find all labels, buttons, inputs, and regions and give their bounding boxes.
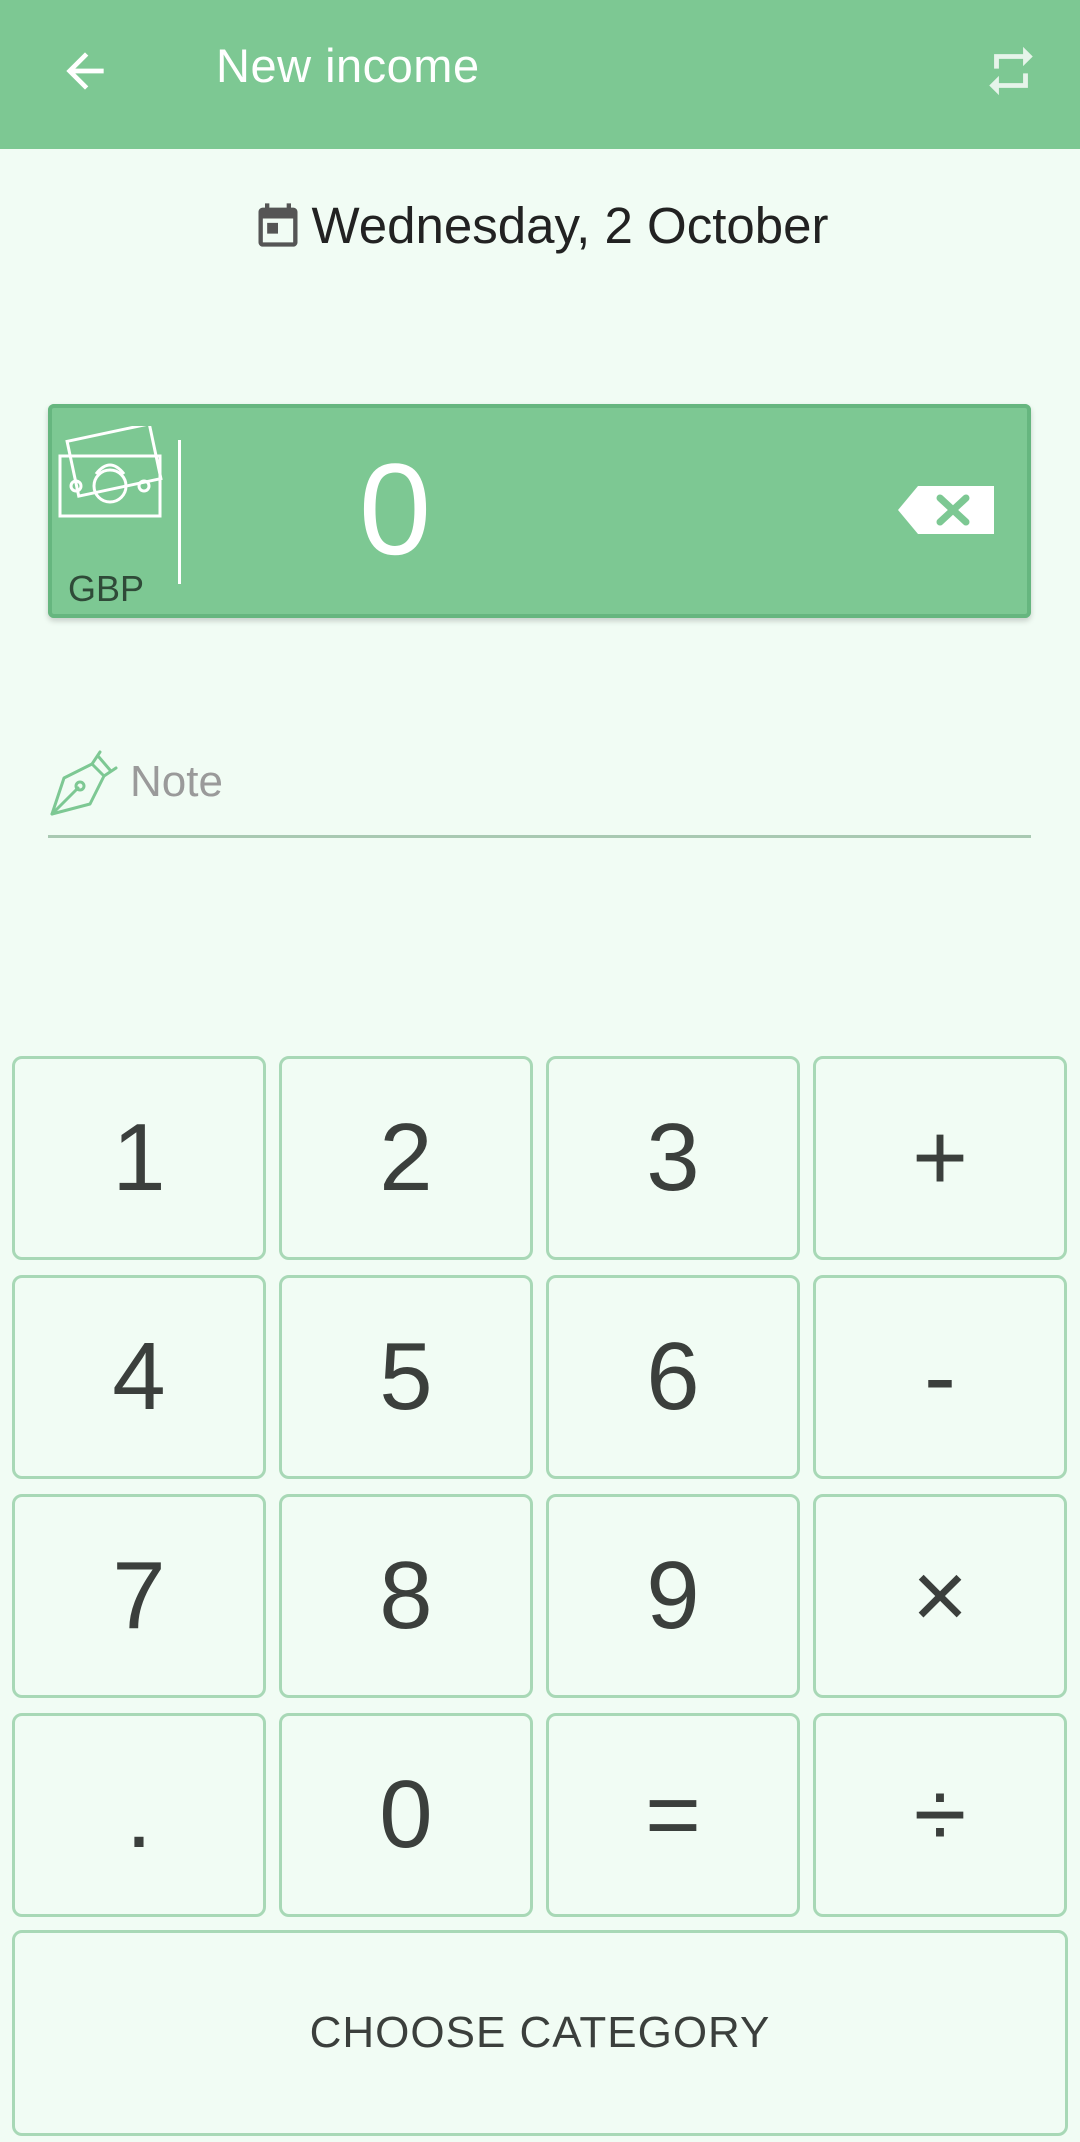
key-plus[interactable]: + <box>813 1056 1067 1260</box>
date-selector[interactable]: Wednesday, 2 October <box>0 190 1080 260</box>
date-label: Wednesday, 2 October <box>311 196 829 254</box>
key-equals[interactable]: = <box>546 1713 800 1917</box>
back-button[interactable] <box>42 28 128 114</box>
page-title: New income <box>216 39 480 92</box>
app-bar: New income <box>0 0 1080 149</box>
key-2[interactable]: 2 <box>279 1056 533 1260</box>
currency-selector[interactable] <box>52 422 172 526</box>
key-decimal[interactable]: . <box>12 1713 266 1917</box>
amount-display: GBP 0 <box>48 404 1031 618</box>
key-5[interactable]: 5 <box>279 1275 533 1479</box>
pen-nib-icon <box>50 750 118 816</box>
backspace-icon <box>898 486 994 534</box>
key-9[interactable]: 9 <box>546 1494 800 1698</box>
arrow-left-icon <box>66 52 104 90</box>
note-input[interactable] <box>130 752 1010 812</box>
key-divide[interactable]: ÷ <box>813 1713 1067 1917</box>
key-4[interactable]: 4 <box>12 1275 266 1479</box>
calendar-icon <box>258 203 298 247</box>
choose-category-button[interactable]: CHOOSE CATEGORY <box>12 1930 1068 2136</box>
key-6[interactable]: 6 <box>546 1275 800 1479</box>
repeat-button[interactable] <box>968 28 1054 114</box>
backspace-button[interactable] <box>896 484 996 536</box>
key-3[interactable]: 3 <box>546 1056 800 1260</box>
note-field <box>48 744 1031 838</box>
amount-value: 0 <box>358 436 432 582</box>
key-8[interactable]: 8 <box>279 1494 533 1698</box>
key-0[interactable]: 0 <box>279 1713 533 1917</box>
banknotes-icon <box>58 422 163 518</box>
repeat-icon <box>989 46 1033 96</box>
key-7[interactable]: 7 <box>12 1494 266 1698</box>
currency-code: GBP <box>68 568 145 609</box>
key-minus[interactable]: - <box>813 1275 1067 1479</box>
key-multiply[interactable]: × <box>813 1494 1067 1698</box>
key-1[interactable]: 1 <box>12 1056 266 1260</box>
